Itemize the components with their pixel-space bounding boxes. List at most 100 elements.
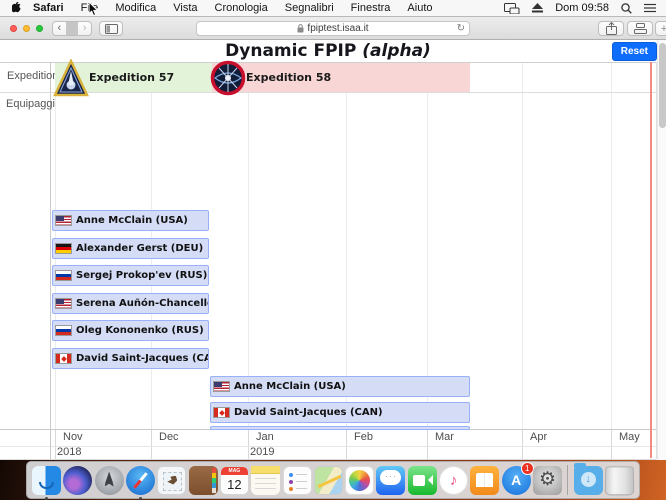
menu-item-vista[interactable]: Vista — [173, 2, 197, 14]
minimize-window-button[interactable] — [23, 25, 30, 32]
ru-flag-icon — [55, 270, 72, 281]
dock-icon-facetime[interactable] — [408, 466, 437, 495]
crew-item[interactable]: Serena Auñón-Chancellor (USA) — [52, 293, 209, 314]
dock-icon-downloads[interactable] — [574, 466, 603, 495]
maps-icon — [314, 466, 343, 495]
axis-year-label: 2018 — [57, 446, 81, 458]
crew-item[interactable]: David Saint-Jacques (CAN) — [52, 348, 209, 369]
browser-viewport: Dynamic FPIP (alpha) Reset ExpeditionEqu… — [0, 40, 666, 460]
crew-item[interactable] — [210, 426, 470, 430]
trash-icon — [605, 466, 635, 495]
us-flag-icon — [55, 215, 72, 226]
menu-item-safari[interactable]: Safari — [33, 2, 64, 14]
scrollbar-thumb[interactable] — [659, 43, 666, 128]
dock-separator — [567, 465, 568, 495]
calendar-month-text: MAG — [221, 467, 248, 475]
menu-item-modifica[interactable]: Modifica — [115, 2, 156, 14]
dock-icon-maps[interactable] — [314, 466, 343, 495]
menu-item-cronologia[interactable]: Cronologia — [215, 2, 268, 14]
running-indicator-dot — [45, 497, 48, 500]
zoom-window-button[interactable] — [36, 25, 43, 32]
timeline-chart: ExpeditionEquipaggi Expedition 57 Expedi… — [0, 40, 656, 460]
menu-item-segnalibri[interactable]: Segnalibri — [285, 2, 334, 14]
running-indicator-dot — [139, 497, 142, 500]
crew-label: Anne McClain (USA) — [234, 381, 346, 392]
grid-vline — [522, 62, 523, 429]
grid-vline — [50, 62, 51, 459]
menu-item-aiuto[interactable]: Aiuto — [407, 2, 432, 14]
sidebar-button[interactable] — [99, 21, 123, 36]
forward-button[interactable]: › — [78, 22, 91, 35]
photos-icon — [345, 466, 374, 495]
expedition-bar[interactable]: Expedition 58 — [212, 63, 470, 92]
dock-icon-contacts[interactable] — [189, 466, 218, 495]
apple-menu-icon[interactable] — [12, 2, 23, 15]
dock-icon-itunes[interactable]: ♪ — [439, 466, 468, 495]
menu-clock[interactable]: Dom 09:58 — [555, 2, 609, 14]
close-window-button[interactable] — [10, 25, 17, 32]
notification-center-icon[interactable] — [644, 3, 656, 13]
expedition-label: Expedition 57 — [89, 71, 174, 84]
tab-overview-button[interactable] — [627, 21, 653, 36]
us-flag-icon — [55, 298, 72, 309]
crew-item[interactable]: Anne McClain (USA) — [210, 376, 470, 397]
address-bar[interactable]: fpiptest.isaa.it ↻ — [196, 21, 470, 36]
expedition-57-patch — [53, 59, 89, 97]
back-button[interactable]: ‹ — [53, 22, 66, 35]
share-button[interactable] — [598, 21, 624, 36]
axis-month-label: May — [619, 431, 640, 443]
eject-icon[interactable] — [532, 3, 543, 13]
crew-item[interactable]: David Saint-Jacques (CAN) — [210, 402, 470, 423]
safari-toolbar: ‹ › fpiptest.isaa.it ↻ + — [0, 17, 666, 40]
notification-badge: 1 — [521, 462, 534, 475]
display-mirroring-icon[interactable] — [504, 3, 520, 14]
crew-item[interactable]: Anne McClain (USA) — [52, 210, 209, 231]
grid-hline — [0, 92, 656, 93]
axis-month-label: Mar — [435, 431, 454, 443]
grid-vline — [346, 429, 347, 459]
launchpad-icon — [95, 466, 124, 495]
expedition-58-patch — [210, 59, 246, 97]
dock-icon-sysprefs[interactable]: ⚙ — [533, 466, 562, 495]
dock-icon-messages[interactable] — [376, 466, 405, 495]
dock-icon-reminders[interactable] — [283, 466, 312, 495]
grid-vline — [346, 62, 347, 429]
page-scrollbar[interactable] — [657, 40, 666, 460]
dock-icon-launchpad[interactable] — [95, 466, 124, 495]
dock: MAG12 ♪ A1⚙ — [26, 461, 640, 499]
dock-icon-ibooks[interactable] — [470, 466, 499, 495]
dock-icon-safari[interactable] — [126, 466, 155, 495]
dock-icon-siri[interactable] — [63, 466, 92, 495]
dock-icon-photos[interactable] — [345, 466, 374, 495]
de-flag-icon — [55, 243, 72, 254]
new-tab-button[interactable]: + — [655, 21, 666, 36]
nav-buttons: ‹ › — [52, 21, 92, 36]
axis-month-label: Feb — [354, 431, 373, 443]
dock-icon-calendar[interactable]: MAG12 — [220, 466, 249, 495]
dock-icon-appstore[interactable]: A1 — [502, 466, 531, 495]
crew-label: David Saint-Jacques (CAN) — [234, 407, 383, 418]
crew-item[interactable]: Alexander Gerst (DEU) — [52, 238, 209, 259]
menu-item-finestra[interactable]: Finestra — [351, 2, 391, 14]
dock-icon-trash[interactable] — [605, 466, 634, 495]
crew-label: Serena Auñón-Chancellor (USA) — [76, 298, 209, 309]
grid-vline — [151, 429, 152, 459]
crew-label: Sergej Prokop'ev (RUS) — [76, 270, 207, 281]
current-time-line — [650, 62, 652, 458]
crew-label: David Saint-Jacques (CAN) — [76, 353, 209, 364]
finder-icon — [32, 466, 61, 495]
reload-icon[interactable]: ↻ — [457, 23, 465, 34]
spotlight-icon[interactable] — [621, 3, 632, 14]
ibooks-icon — [470, 466, 499, 495]
grid-hline — [0, 459, 656, 460]
expedition-bar[interactable]: Expedition 57 — [55, 63, 212, 92]
dock-icon-notes[interactable] — [251, 466, 280, 495]
crew-item[interactable]: Oleg Kononenko (RUS) — [52, 320, 209, 341]
row-label-expedition: Expedition — [7, 70, 58, 82]
axis-month-label: Dec — [159, 431, 179, 443]
dock-icon-finder[interactable] — [32, 466, 61, 495]
dock-icon-mail[interactable] — [157, 466, 186, 495]
crew-item[interactable]: Sergej Prokop'ev (RUS) — [52, 265, 209, 286]
ru-flag-icon — [55, 325, 72, 336]
calendar-day-text: 12 — [221, 475, 248, 495]
